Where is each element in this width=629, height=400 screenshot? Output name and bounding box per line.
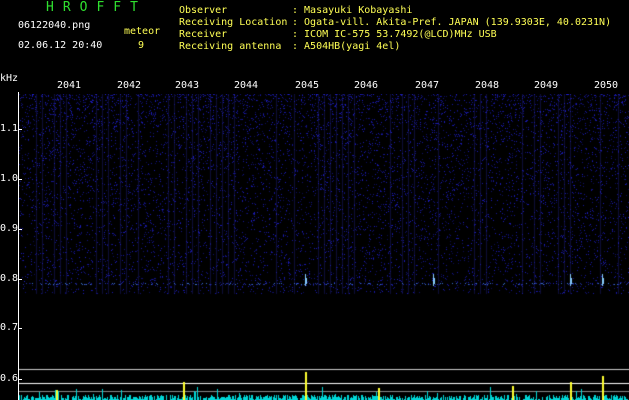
meteor-label: meteor bbox=[124, 26, 161, 37]
receiver-label: Receiver bbox=[179, 29, 228, 40]
y-tick-label: 0.7 bbox=[0, 322, 19, 333]
antenna-label: Receiving antenna bbox=[179, 41, 282, 52]
spectrogram-waterfall bbox=[18, 94, 629, 400]
x-tick-label: 2043 bbox=[174, 80, 200, 91]
y-tick-label: 0.6 bbox=[0, 373, 19, 384]
y-tick-label: 0.8 bbox=[0, 273, 19, 284]
x-tick-label: 2048 bbox=[474, 80, 500, 91]
y-tick-label: 0.9 bbox=[0, 223, 19, 234]
y-tick-label: 1.1 bbox=[0, 123, 19, 134]
filename: 06122040.png bbox=[18, 20, 91, 31]
x-tick-label: 2046 bbox=[353, 80, 379, 91]
receiver-value: : ICOM IC-575 53.7492(@LCD)MHz USB bbox=[292, 29, 497, 40]
x-tick-label: 2041 bbox=[56, 80, 82, 91]
app-brand: HROFFT bbox=[46, 0, 147, 15]
x-tick-label: 2042 bbox=[116, 80, 142, 91]
meteor-count: 9 bbox=[138, 40, 145, 51]
location-label: Receiving Location bbox=[179, 17, 288, 28]
observer-label: Observer bbox=[179, 5, 228, 16]
antenna-value: : A504HB(yagi 4el) bbox=[292, 41, 401, 52]
x-tick-label: 2050 bbox=[593, 80, 619, 91]
datetime: 02.06.12 20:40 bbox=[18, 40, 103, 51]
y-tick-label: 1.0 bbox=[0, 173, 19, 184]
x-tick-label: 2049 bbox=[533, 80, 559, 91]
observer-value: : Masayuki Kobayashi bbox=[292, 5, 413, 16]
x-tick-label: 2047 bbox=[414, 80, 440, 91]
y-axis-line bbox=[18, 92, 19, 400]
x-tick-label: 2044 bbox=[233, 80, 259, 91]
y-axis-unit: kHz bbox=[0, 73, 19, 84]
location-value: : Ogata-vill. Akita-Pref. JAPAN (139.930… bbox=[292, 17, 612, 28]
x-tick-label: 2045 bbox=[294, 80, 320, 91]
